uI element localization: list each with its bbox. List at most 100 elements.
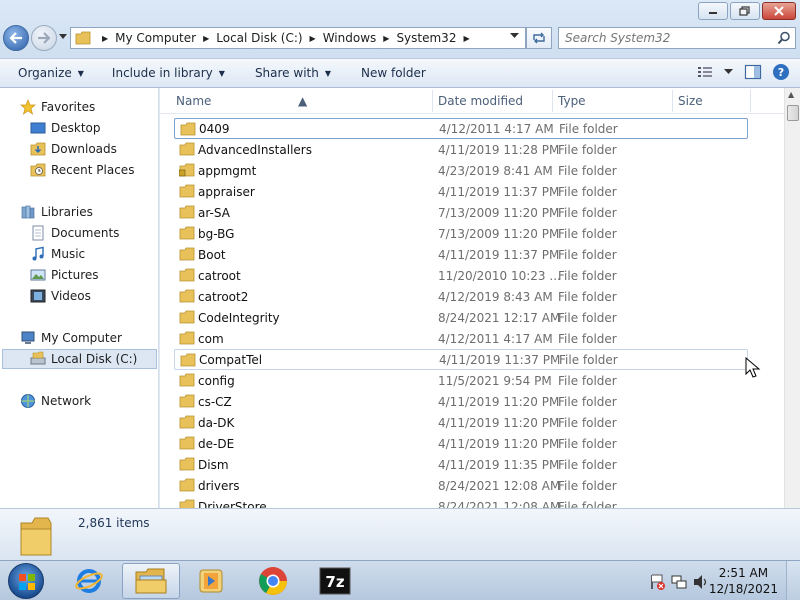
taskbar-media-player[interactable]	[182, 563, 240, 599]
breadcrumb-local-disk[interactable]: Local Disk (C:)	[216, 31, 302, 45]
svg-text:?: ?	[778, 66, 784, 79]
organize-menu[interactable]: Organize ▼	[18, 66, 84, 80]
nav-network[interactable]: Network	[20, 391, 91, 411]
breadcrumb-windows[interactable]: Windows	[323, 31, 377, 45]
view-options-icon[interactable]	[696, 64, 714, 80]
nav-recent-places[interactable]: Recent Places	[30, 160, 134, 180]
nav-downloads[interactable]: Downloads	[30, 139, 117, 159]
file-row[interactable]: CompatTel 4/11/2019 11:37 PM File folder	[174, 349, 748, 370]
vertical-scrollbar[interactable]: ▲	[784, 88, 800, 508]
include-in-library-label: Include in library	[111, 66, 213, 80]
file-row[interactable]: catroot 11/20/2010 10:23 ... File folder	[174, 265, 748, 286]
network-status-icon[interactable]	[670, 573, 688, 591]
file-date-modified: 7/13/2009 11:20 PM	[438, 205, 560, 220]
taskbar-chrome[interactable]	[244, 563, 302, 599]
help-icon[interactable]: ?	[772, 63, 790, 81]
breadcrumb-my-computer[interactable]: My Computer	[115, 31, 196, 45]
file-name: Dism	[198, 457, 229, 472]
nav-documents[interactable]: Documents	[30, 223, 119, 243]
address-dropdown-icon[interactable]	[510, 33, 519, 39]
file-row[interactable]: bg-BG 7/13/2009 11:20 PM File folder	[174, 223, 748, 244]
folder-icon	[179, 184, 195, 198]
nav-videos[interactable]: Videos	[30, 286, 91, 306]
file-date-modified: 4/11/2019 11:35 PM	[438, 457, 560, 472]
nav-pictures[interactable]: Pictures	[30, 265, 99, 285]
column-divider[interactable]	[552, 90, 553, 112]
file-row[interactable]: CodeIntegrity 8/24/2021 12:17 AM File fold…	[174, 307, 748, 328]
column-type[interactable]: Type	[558, 94, 586, 108]
maximize-button[interactable]	[730, 2, 760, 20]
taskbar-7zip[interactable]: 7z	[306, 563, 364, 599]
file-row[interactable]: DriverStore 8/24/2021 12:08 AM File folder	[174, 496, 748, 508]
nav-libraries[interactable]: Libraries	[20, 202, 93, 222]
file-row[interactable]: Boot 4/11/2019 11:37 PM File folder	[174, 244, 748, 265]
file-type: File folder	[559, 352, 618, 367]
refresh-button[interactable]	[526, 27, 552, 49]
chevron-right-icon[interactable]: ▶	[102, 34, 108, 43]
column-divider[interactable]	[750, 90, 751, 112]
file-row[interactable]: de-DE 4/11/2019 11:20 PM File folder	[174, 433, 748, 454]
volume-icon[interactable]	[692, 573, 710, 591]
share-with-label: Share with	[254, 66, 319, 80]
nav-desktop[interactable]: Desktop	[30, 118, 101, 138]
file-row[interactable]: appmgmt 4/23/2019 8:41 AM File folder	[174, 160, 748, 181]
show-desktop-button[interactable]	[786, 561, 800, 600]
file-row[interactable]: config 11/5/2021 9:54 PM File folder	[174, 370, 748, 391]
scroll-up-icon[interactable]: ▲	[788, 90, 794, 99]
file-row[interactable]: 0409 4/12/2011 4:17 AM File folder	[174, 118, 748, 139]
column-size[interactable]: Size	[678, 94, 703, 108]
recent-pages-dropdown-icon[interactable]	[59, 34, 67, 40]
breadcrumb: ▶ My Computer ▶ Local Disk (C:) ▶ Window…	[95, 31, 477, 45]
organize-label: Organize	[18, 66, 72, 80]
file-row[interactable]: Dism 4/11/2019 11:35 PM File folder	[174, 454, 748, 475]
action-center-flag-icon[interactable]	[648, 573, 666, 591]
breadcrumb-system32[interactable]: System32	[396, 31, 456, 45]
file-row[interactable]: com 4/12/2011 4:17 AM File folder	[174, 328, 748, 349]
file-date-modified: 4/11/2019 11:28 PM	[438, 142, 560, 157]
view-dropdown-icon[interactable]	[724, 69, 734, 75]
include-in-library-menu[interactable]: Include in library ▼	[112, 66, 225, 80]
column-divider[interactable]	[672, 90, 673, 112]
file-row[interactable]: ar-SA 7/13/2009 11:20 PM File folder	[174, 202, 748, 223]
share-with-menu[interactable]: Share with ▼	[255, 66, 331, 80]
file-row[interactable]: cs-CZ 4/11/2019 11:20 PM File folder	[174, 391, 748, 412]
file-row[interactable]: appraiser 4/11/2019 11:37 PM File folder	[174, 181, 748, 202]
sort-ascending-icon: ▲	[298, 94, 308, 108]
back-button[interactable]	[3, 25, 29, 51]
address-bar[interactable]: ▶ My Computer ▶ Local Disk (C:) ▶ Window…	[70, 27, 526, 49]
preview-pane-icon[interactable]	[744, 64, 762, 80]
star-icon	[20, 99, 36, 115]
minimize-button[interactable]	[698, 2, 728, 20]
nav-my-computer[interactable]: My Computer	[20, 328, 122, 348]
search-icon[interactable]	[777, 31, 791, 45]
scrollbar-thumb[interactable]	[787, 105, 799, 121]
forward-button[interactable]	[31, 25, 57, 51]
new-folder-button[interactable]: New folder	[361, 66, 426, 80]
file-type: File folder	[558, 310, 617, 325]
folder-icon	[180, 122, 196, 136]
taskbar-windows-explorer[interactable]	[122, 563, 180, 599]
column-name[interactable]: Name	[176, 94, 211, 108]
file-row[interactable]: AdvancedInstallers 4/11/2019 11:28 PM File…	[174, 139, 748, 160]
column-divider[interactable]	[432, 90, 433, 112]
close-icon	[774, 6, 784, 16]
close-button[interactable]	[762, 2, 796, 20]
chevron-right-icon[interactable]: ▶	[463, 34, 469, 43]
nav-favorites[interactable]: Favorites	[20, 97, 95, 117]
7zip-icon: 7z	[319, 567, 351, 595]
column-date-modified[interactable]: Date modified	[438, 94, 523, 108]
file-row[interactable]: drivers 8/24/2021 12:08 AM File folder	[174, 475, 748, 496]
search-input[interactable]	[559, 28, 759, 48]
nav-local-disk[interactable]: Local Disk (C:)	[2, 349, 157, 369]
file-type: File folder	[558, 268, 617, 283]
chevron-right-icon[interactable]: ▶	[383, 34, 389, 43]
taskbar-internet-explorer[interactable]	[60, 563, 118, 599]
nav-music[interactable]: Music	[30, 244, 85, 264]
file-row[interactable]: catroot2 4/12/2019 8:43 AM File folder	[174, 286, 748, 307]
file-row[interactable]: da-DK 4/11/2019 11:20 PM File folder	[174, 412, 748, 433]
nav-pictures-label: Pictures	[51, 268, 99, 282]
chevron-right-icon[interactable]: ▶	[310, 34, 316, 43]
chevron-right-icon[interactable]: ▶	[203, 34, 209, 43]
start-button[interactable]	[8, 563, 44, 599]
clock[interactable]: 2:51 AM 12/18/2021	[709, 565, 778, 597]
